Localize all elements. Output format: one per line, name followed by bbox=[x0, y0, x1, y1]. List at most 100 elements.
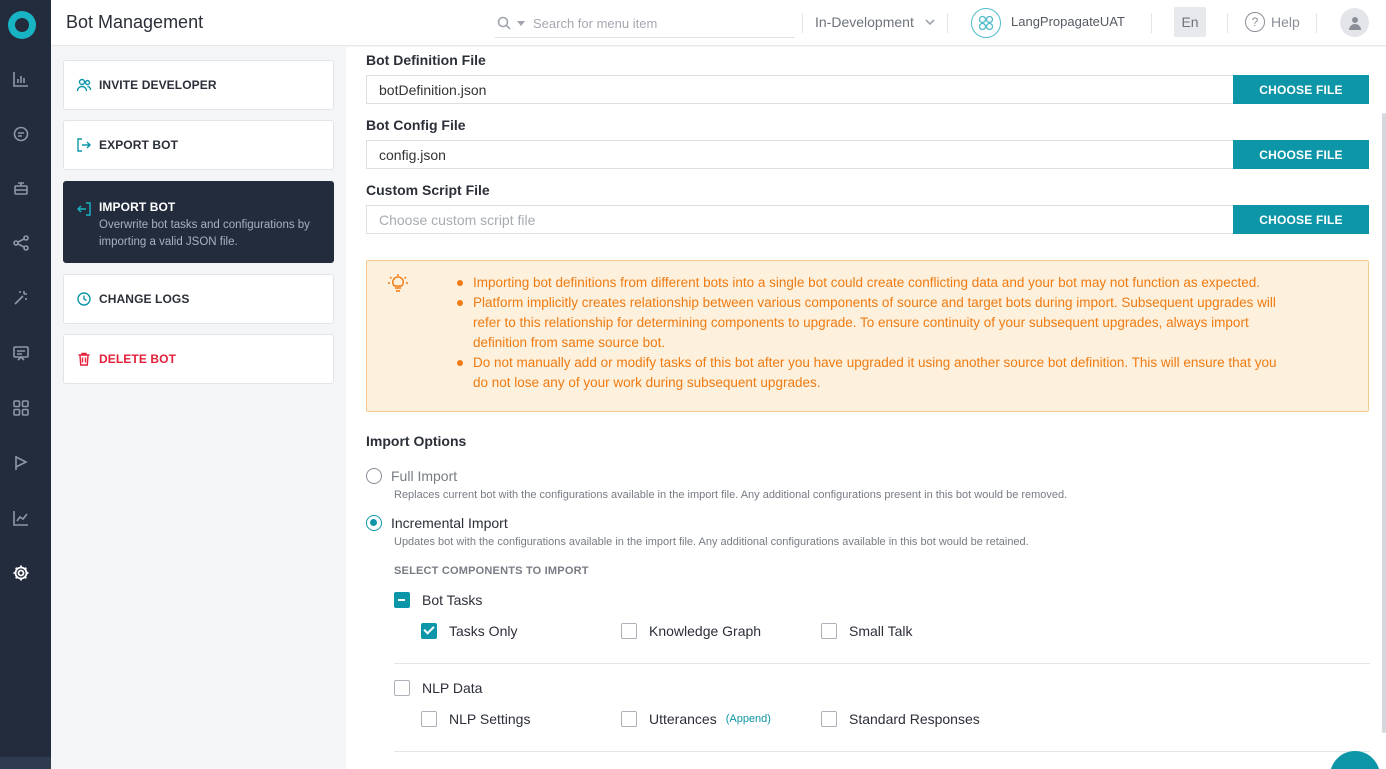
bot-builder-icon[interactable] bbox=[11, 178, 31, 198]
bot-config-file-label: Bot Config File bbox=[366, 117, 466, 133]
environment-label: In-Development bbox=[815, 14, 914, 30]
channels-icon[interactable] bbox=[11, 343, 31, 363]
environment-selector[interactable]: In-Development bbox=[815, 14, 936, 30]
bot-config-file-input[interactable]: config.json bbox=[366, 140, 1233, 169]
import-bot-button[interactable]: IMPORT BOT Overwrite bot tasks and confi… bbox=[63, 181, 334, 263]
small-talk-checkbox[interactable] bbox=[821, 623, 837, 639]
tasks-only-option[interactable]: Tasks Only bbox=[421, 623, 517, 639]
warning-item: Do not manually add or modify tasks of t… bbox=[457, 353, 1293, 393]
nlp-data-label: NLP Data bbox=[422, 680, 483, 696]
bot-tasks-option[interactable]: Bot Tasks bbox=[394, 592, 482, 608]
help-label: Help bbox=[1271, 14, 1300, 30]
incremental-import-radio[interactable] bbox=[366, 515, 382, 531]
settings-icon[interactable] bbox=[11, 563, 31, 583]
conversation-icon[interactable] bbox=[11, 124, 31, 144]
utterances-label: Utterances bbox=[649, 711, 717, 727]
header-divider bbox=[1316, 13, 1317, 33]
warning-list: Importing bot definitions from different… bbox=[457, 273, 1293, 393]
bot-config-file-field: config.json CHOOSE FILE bbox=[366, 140, 1369, 169]
chevron-down-icon bbox=[925, 19, 935, 26]
incremental-import-label: Incremental Import bbox=[391, 515, 508, 531]
bot-avatar-icon[interactable] bbox=[971, 8, 1001, 38]
import-bot-label: IMPORT BOT bbox=[99, 200, 176, 214]
deploy-icon[interactable] bbox=[11, 453, 31, 473]
nlp-settings-checkbox[interactable] bbox=[421, 711, 437, 727]
custom-script-file-input[interactable]: Choose custom script file bbox=[366, 205, 1233, 234]
import-warning-notice: Importing bot definitions from different… bbox=[366, 260, 1369, 412]
choose-script-file-button[interactable]: CHOOSE FILE bbox=[1233, 205, 1369, 234]
full-import-description: Replaces current bot with the configurat… bbox=[394, 489, 1068, 501]
knowledge-graph-checkbox[interactable] bbox=[621, 623, 637, 639]
bot-tasks-label: Bot Tasks bbox=[422, 592, 483, 608]
utterances-checkbox[interactable] bbox=[621, 711, 637, 727]
tasks-only-checkbox[interactable] bbox=[421, 623, 437, 639]
chat-assistant-button[interactable] bbox=[1330, 751, 1380, 769]
top-header: Bot Management In-Development LangPropag… bbox=[51, 0, 1386, 46]
panel-scrollbar[interactable] bbox=[1382, 113, 1386, 733]
select-components-heading: SELECT COMPONENTS TO IMPORT bbox=[394, 565, 589, 577]
delete-bot-button[interactable]: DELETE BOT bbox=[63, 334, 334, 384]
export-bot-button[interactable]: EXPORT BOT bbox=[63, 120, 334, 170]
section-divider bbox=[394, 663, 1370, 664]
standard-responses-option[interactable]: Standard Responses bbox=[821, 711, 980, 727]
warning-item: Importing bot definitions from different… bbox=[457, 273, 1293, 293]
utterances-option[interactable]: Utterances (Append) bbox=[621, 711, 771, 727]
change-logs-label: CHANGE LOGS bbox=[99, 292, 190, 306]
analytics-icon[interactable] bbox=[11, 69, 31, 89]
search-input[interactable] bbox=[533, 15, 783, 31]
magic-icon[interactable] bbox=[11, 288, 31, 308]
import-bot-panel: Bot Definition File botDefinition.json C… bbox=[346, 47, 1386, 769]
import-options-heading: Import Options bbox=[366, 433, 467, 449]
incremental-import-description: Updates bot with the configurations avai… bbox=[394, 536, 1029, 548]
section-divider bbox=[394, 751, 1370, 752]
bot-name[interactable]: LangPropagateUAT bbox=[1011, 14, 1125, 29]
app-logo-icon[interactable] bbox=[8, 11, 36, 39]
full-import-radio[interactable] bbox=[366, 468, 382, 484]
bot-definition-file-field: botDefinition.json CHOOSE FILE bbox=[366, 75, 1369, 104]
header-divider bbox=[802, 13, 803, 33]
knowledge-graph-label: Knowledge Graph bbox=[649, 623, 762, 639]
export-icon bbox=[77, 138, 91, 152]
header-divider bbox=[947, 13, 948, 33]
apps-icon[interactable] bbox=[11, 398, 31, 418]
bot-definition-file-input[interactable]: botDefinition.json bbox=[366, 75, 1233, 104]
help-icon: ? bbox=[1245, 12, 1265, 32]
small-talk-label: Small Talk bbox=[849, 623, 913, 639]
help-button[interactable]: ? Help bbox=[1245, 12, 1300, 32]
invite-developer-label: INVITE DEVELOPER bbox=[99, 78, 217, 92]
page-title: Bot Management bbox=[66, 12, 204, 32]
append-label: (Append) bbox=[725, 713, 771, 725]
invite-developer-button[interactable]: INVITE DEVELOPER bbox=[63, 60, 334, 110]
tasks-only-label: Tasks Only bbox=[449, 623, 518, 639]
nlp-settings-label: NLP Settings bbox=[449, 711, 531, 727]
search-dropdown-caret-icon[interactable] bbox=[517, 20, 525, 26]
knowledge-graph-option[interactable]: Knowledge Graph bbox=[621, 623, 761, 639]
trash-icon bbox=[78, 352, 90, 366]
custom-script-file-label: Custom Script File bbox=[366, 182, 490, 198]
users-icon bbox=[76, 78, 92, 92]
insights-icon[interactable] bbox=[11, 508, 31, 528]
rail-bottom bbox=[0, 757, 51, 769]
standard-responses-checkbox[interactable] bbox=[821, 711, 837, 727]
bot-definition-file-label: Bot Definition File bbox=[366, 52, 486, 68]
choose-config-file-button[interactable]: CHOOSE FILE bbox=[1233, 140, 1369, 169]
flows-icon[interactable] bbox=[11, 233, 31, 253]
language-selector[interactable]: En bbox=[1174, 7, 1206, 37]
menu-search[interactable] bbox=[495, 9, 795, 38]
incremental-import-option[interactable]: Incremental Import bbox=[366, 515, 508, 531]
custom-script-file-field: Choose custom script file CHOOSE FILE bbox=[366, 205, 1369, 234]
bot-tasks-checkbox[interactable] bbox=[394, 592, 410, 608]
bot-management-menu: INVITE DEVELOPER EXPORT BOT IMPORT BOT O… bbox=[51, 47, 346, 769]
history-icon bbox=[77, 292, 91, 306]
left-rail bbox=[0, 0, 51, 769]
header-divider bbox=[1227, 13, 1228, 33]
nlp-data-option[interactable]: NLP Data bbox=[394, 680, 482, 696]
change-logs-button[interactable]: CHANGE LOGS bbox=[63, 274, 334, 324]
user-avatar-icon[interactable] bbox=[1340, 8, 1369, 37]
choose-definition-file-button[interactable]: CHOOSE FILE bbox=[1233, 75, 1369, 104]
nlp-data-checkbox[interactable] bbox=[394, 680, 410, 696]
nlp-settings-option[interactable]: NLP Settings bbox=[421, 711, 530, 727]
full-import-option[interactable]: Full Import bbox=[366, 468, 457, 484]
small-talk-option[interactable]: Small Talk bbox=[821, 623, 913, 639]
search-icon bbox=[497, 16, 511, 30]
